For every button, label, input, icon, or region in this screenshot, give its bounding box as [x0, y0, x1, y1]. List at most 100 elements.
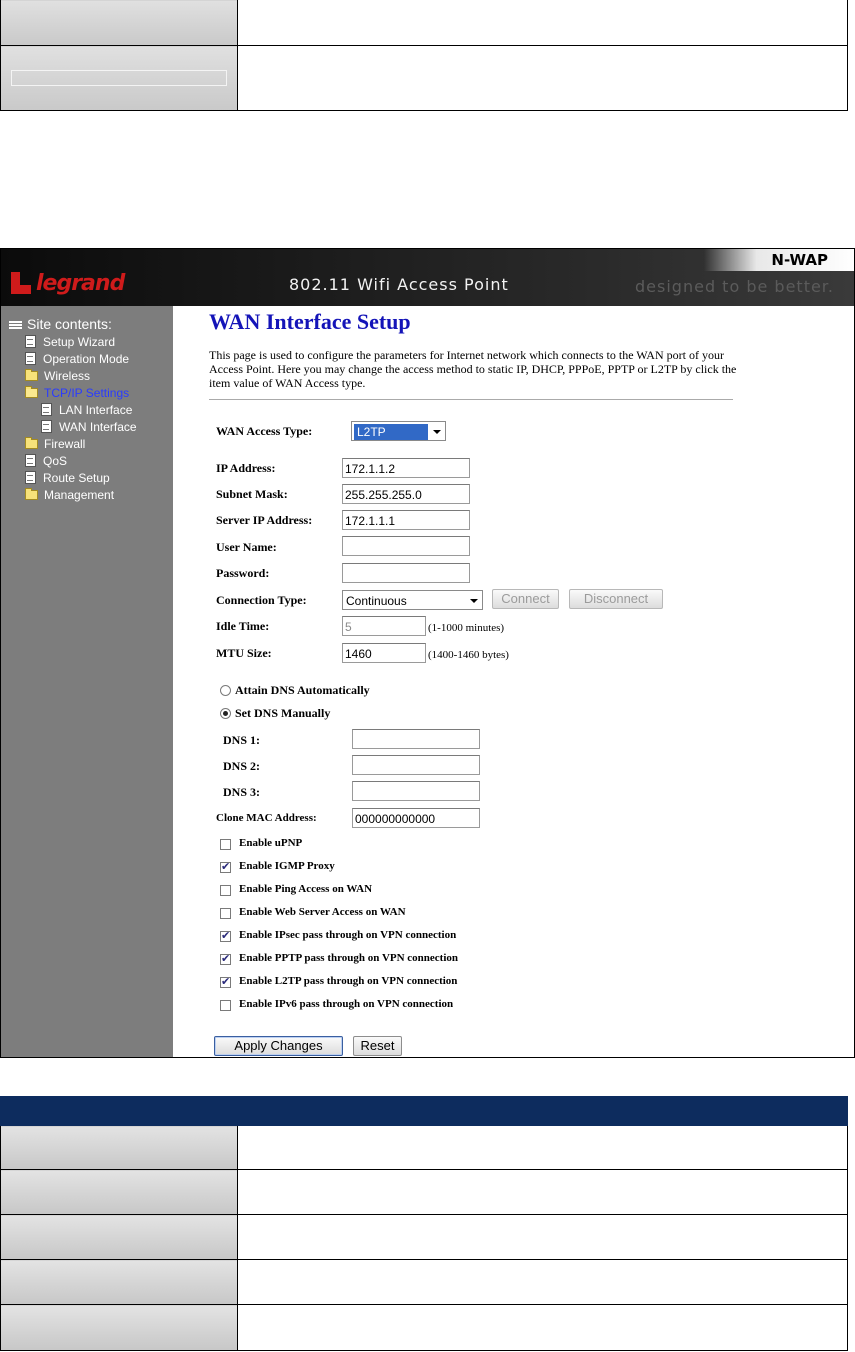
dns-auto-radio[interactable] — [220, 685, 231, 696]
sidebar-item-route-setup[interactable]: Route Setup — [9, 469, 137, 486]
mtu-size-label: MTU Size: — [216, 646, 272, 660]
connect-button[interactable]: Connect — [492, 589, 559, 609]
clone-mac-input[interactable]: 000000000000 — [352, 808, 480, 828]
table-desc-cell — [237, 0, 848, 46]
enable-ipv6-passthrough-label: Enable IPv6 pass through on VPN connecti… — [239, 998, 454, 1010]
folder-icon — [25, 436, 38, 449]
table-label-cell — [0, 45, 238, 111]
wan-access-type-label: WAN Access Type: — [216, 424, 313, 438]
wan-access-type-value: L2TP — [354, 424, 428, 440]
sidebar-item-setup-wizard[interactable]: Setup Wizard — [9, 333, 137, 350]
connection-type-label: Connection Type: — [216, 593, 307, 607]
ip-address-input[interactable]: 172.1.1.2 — [342, 458, 470, 478]
table-label-cell — [0, 1169, 238, 1215]
dns2-input[interactable] — [352, 755, 480, 775]
legrand-logo: legrand — [11, 269, 125, 297]
idle-time-hint: (1-1000 minutes) — [428, 622, 505, 634]
enable-ipsec-passthrough-checkbox[interactable] — [220, 929, 231, 942]
sidebar: Site contents: Setup Wizard Operation Mo… — [1, 306, 173, 1057]
sidebar-root-label: Site contents: — [27, 316, 112, 332]
enable-web-server-wan-checkbox[interactable] — [220, 908, 231, 919]
enable-ipsec-passthrough-label: Enable IPsec pass through on VPN connect… — [239, 929, 457, 941]
chevron-down-icon — [433, 430, 441, 434]
sidebar-root: Site contents: — [9, 315, 137, 333]
table-desc-cell — [237, 45, 848, 111]
document-icon — [25, 454, 36, 467]
table-label-cell — [0, 0, 238, 46]
sidebar-item-label: QoS — [43, 453, 68, 468]
tagline: designed to be better. — [635, 277, 834, 296]
idle-time-input[interactable]: 5 — [342, 616, 426, 636]
reset-button[interactable]: Reset — [353, 1036, 402, 1056]
sidebar-item-wireless[interactable]: Wireless — [9, 367, 137, 384]
sidebar-item-label: LAN Interface — [59, 402, 133, 417]
sidebar-item-firewall[interactable]: Firewall — [9, 435, 137, 452]
mtu-size-input[interactable]: 1460 — [342, 643, 426, 663]
logo-mark-icon — [11, 272, 31, 294]
device-ui-screenshot: legrand 802.11 Wifi Access Point N-WAP d… — [0, 248, 855, 1058]
mtu-size-hint: (1400-1460 bytes) — [428, 649, 509, 661]
sidebar-item-tcpip-settings[interactable]: TCP/IP Settings — [9, 384, 137, 401]
sidebar-item-qos[interactable]: QoS — [9, 452, 137, 469]
document-icon — [25, 352, 36, 365]
dns-manual-radio[interactable] — [220, 708, 231, 719]
table-header-cell — [237, 1096, 848, 1126]
table-label-cell — [0, 1214, 238, 1260]
sidebar-item-lan-interface[interactable]: LAN Interface — [9, 401, 137, 418]
dns1-label: DNS 1: — [223, 733, 261, 747]
dns3-input[interactable] — [352, 781, 480, 801]
sidebar-item-management[interactable]: Management — [9, 486, 137, 503]
table-desc-cell — [237, 1169, 848, 1215]
document-icon — [25, 335, 36, 348]
subnet-mask-label: Subnet Mask: — [216, 487, 288, 501]
chevron-down-icon — [470, 599, 478, 603]
table-label-cell — [0, 1125, 238, 1170]
sidebar-item-label: Wireless — [44, 368, 91, 383]
dns-auto-label: Attain DNS Automatically — [235, 683, 370, 697]
sidebar-item-label: Operation Mode — [43, 351, 130, 366]
enable-pptp-passthrough-label: Enable PPTP pass through on VPN connecti… — [239, 952, 459, 964]
dns1-input[interactable] — [352, 729, 480, 749]
folder-icon — [25, 368, 38, 381]
header-banner: legrand 802.11 Wifi Access Point N-WAP d… — [1, 249, 854, 306]
sidebar-item-operation-mode[interactable]: Operation Mode — [9, 350, 137, 367]
table-desc-cell — [237, 1304, 848, 1351]
main-panel: WAN Interface Setup This page is used to… — [173, 306, 854, 1057]
password-label: Password: — [216, 566, 270, 580]
logo-text: legrand — [36, 270, 125, 296]
table-label-cell — [0, 1259, 238, 1305]
enable-upnp-checkbox[interactable] — [220, 839, 231, 850]
connection-type-select[interactable]: Continuous — [342, 590, 483, 610]
enable-l2tp-passthrough-checkbox[interactable] — [220, 975, 231, 988]
password-input[interactable] — [342, 563, 470, 583]
table-header-cell — [0, 1096, 238, 1126]
disconnect-button[interactable]: Disconnect — [569, 589, 663, 609]
subnet-mask-input[interactable]: 255.255.255.0 — [342, 484, 470, 504]
enable-ping-wan-checkbox[interactable] — [220, 885, 231, 896]
page-title: WAN Interface Setup — [209, 309, 411, 334]
server-ip-input[interactable]: 172.1.1.1 — [342, 510, 470, 530]
enable-igmp-proxy-label: Enable IGMP Proxy — [239, 860, 335, 872]
ip-address-label: IP Address: — [216, 461, 276, 475]
user-name-input[interactable] — [342, 536, 470, 556]
enable-igmp-proxy-checkbox[interactable] — [220, 860, 231, 873]
enable-pptp-passthrough-checkbox[interactable] — [220, 952, 231, 965]
dns2-label: DNS 2: — [223, 759, 261, 773]
clone-mac-label: Clone MAC Address: — [216, 812, 317, 824]
wan-access-type-select[interactable]: L2TP — [351, 421, 446, 441]
enable-ipv6-passthrough-checkbox[interactable] — [220, 1000, 231, 1011]
dns3-label: DNS 3: — [223, 785, 261, 799]
idle-time-label: Idle Time: — [216, 619, 270, 633]
document-icon — [41, 420, 52, 433]
enable-l2tp-passthrough-label: Enable L2TP pass through on VPN connecti… — [239, 975, 458, 987]
sidebar-item-wan-interface[interactable]: WAN Interface — [9, 418, 137, 435]
folder-icon — [25, 487, 38, 500]
document-icon — [41, 403, 52, 416]
enable-ping-wan-label: Enable Ping Access on WAN — [239, 883, 373, 895]
document-icon — [25, 471, 36, 484]
product-title: 802.11 Wifi Access Point — [289, 275, 509, 294]
table-desc-cell — [237, 1214, 848, 1260]
server-ip-label: Server IP Address: — [216, 513, 313, 527]
apply-changes-button[interactable]: Apply Changes — [214, 1036, 343, 1056]
table-desc-cell — [237, 1125, 848, 1170]
